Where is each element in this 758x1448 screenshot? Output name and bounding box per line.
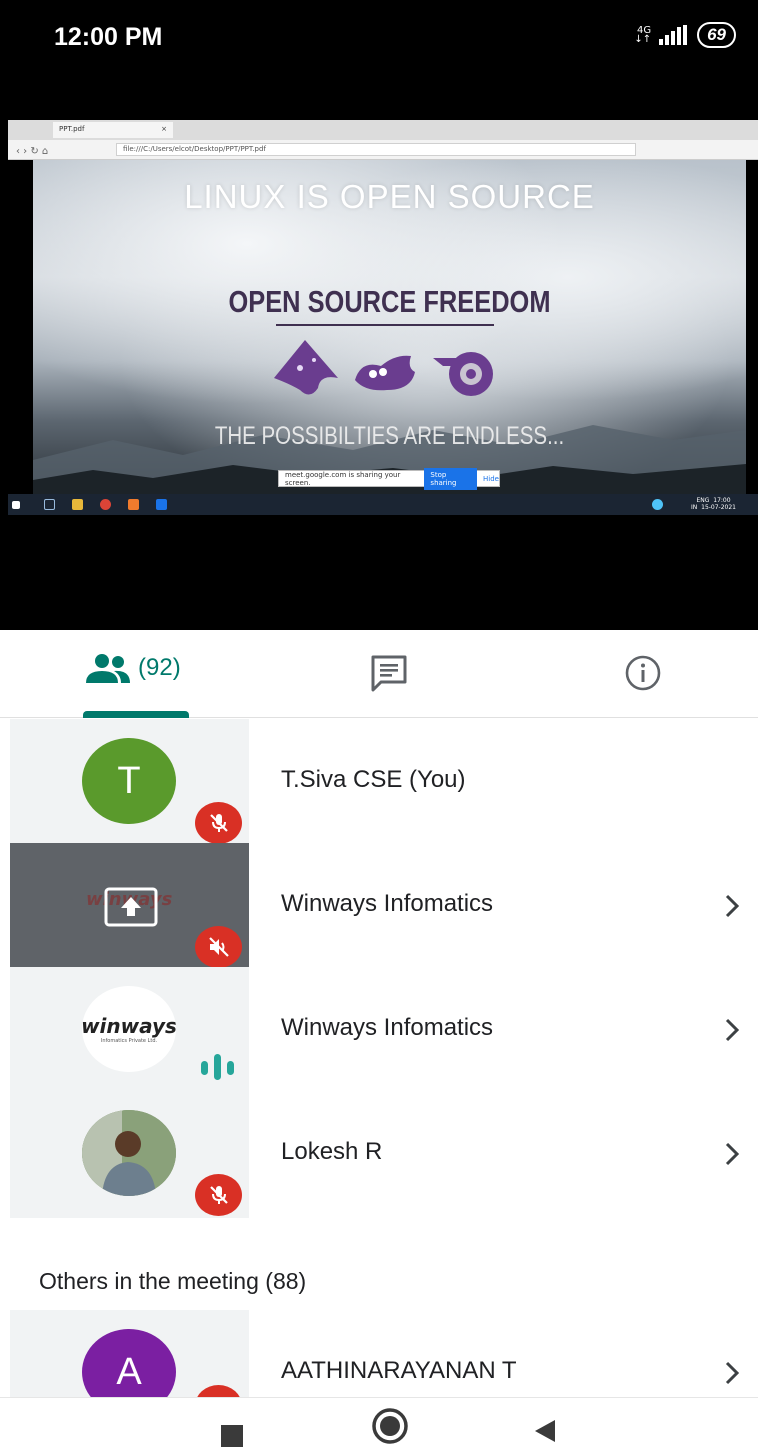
signal-icon <box>659 25 688 45</box>
slide-heading: OPEN SOURCE FREEDOM <box>228 284 551 319</box>
slide-underline <box>276 324 494 326</box>
stop-sharing-button[interactable]: Stop sharing <box>424 467 478 490</box>
windows-start-icon <box>12 501 20 509</box>
chevron-right-icon[interactable] <box>722 1017 742 1043</box>
participant-avatar-cell: winways Infomatics Private Ltd. <box>10 967 249 1091</box>
people-count: (92) <box>138 654 181 681</box>
chevron-right-icon[interactable] <box>722 893 742 919</box>
volume-off-icon <box>195 926 242 968</box>
mic-off-icon <box>195 1385 242 1397</box>
participant-avatar-cell: winways <box>10 843 249 968</box>
mic-off-icon <box>195 1174 242 1216</box>
mic-off-icon <box>195 802 242 844</box>
shared-screen-view[interactable]: PPT.pdf × ‹ › ↻ ⌂ file:///C:/Users/elcot… <box>0 120 758 630</box>
participant-name: AATHINARAYANAN T <box>281 1357 517 1384</box>
avatar: T <box>82 738 176 824</box>
tab-chat[interactable] <box>369 654 409 697</box>
participant-name: T.Siva CSE (You) <box>281 766 466 793</box>
participant-row[interactable]: Lokesh R <box>0 1091 758 1218</box>
meeting-details-tabs: (92) <box>0 630 758 718</box>
chrome-icon <box>100 499 111 510</box>
browser-toolbar: ‹ › ↻ ⌂ file:///C:/Users/elcot/Desktop/P… <box>8 140 758 160</box>
participant-name: Winways Infomatics <box>281 890 494 917</box>
present-screen-icon <box>104 887 158 927</box>
avatar-logo-subtitle: Infomatics Private Ltd. <box>100 1038 158 1044</box>
browser-nav-icons: ‹ › ↻ ⌂ <box>16 146 48 157</box>
task-view-icon <box>44 499 55 510</box>
paint-icon <box>128 499 139 510</box>
svg-text:‹ › ↻ ⌂: ‹ › ↻ ⌂ <box>16 146 48 157</box>
info-icon <box>625 655 661 691</box>
status-time: 12:00 PM <box>54 23 163 51</box>
avatar-logo-text: winways <box>82 1014 176 1038</box>
avatar: A <box>82 1329 176 1397</box>
status-bar: 12:00 PM 4G ↓↑ 69 <box>0 0 758 120</box>
back-icon[interactable] <box>531 1418 557 1444</box>
participant-row[interactable]: winways Winways Infomatics <box>0 843 758 968</box>
participant-row[interactable]: winways Infomatics Private Ltd. Winways … <box>0 967 758 1091</box>
avatar: winways Infomatics Private Ltd. <box>82 986 176 1072</box>
participant-avatar-cell <box>10 1091 249 1218</box>
edge-icon <box>156 499 167 510</box>
slide-title: LINUX IS OPEN SOURCE <box>184 178 595 215</box>
battery-indicator: 69 <box>697 22 736 48</box>
tray-icon <box>652 499 663 510</box>
network-type: 4G ↓↑ <box>634 25 652 45</box>
screen-share-banner: meet.google.com is sharing your screen. … <box>278 467 500 490</box>
recents-icon[interactable] <box>221 1425 243 1447</box>
participant-avatar-cell: A <box>10 1310 249 1397</box>
participant-row[interactable]: T T.Siva CSE (You) <box>0 719 758 844</box>
chat-icon <box>371 655 407 692</box>
chevron-right-icon[interactable] <box>722 1360 742 1386</box>
presentation-slide: LINUX IS OPEN SOURCE OPEN SOURCE FREEDOM… <box>33 160 746 495</box>
participant-name: Winways Infomatics <box>281 1014 494 1041</box>
windows-taskbar: ENG 17:00 IN 15-07-2021 <box>8 494 758 515</box>
home-icon[interactable] <box>370 1406 410 1446</box>
participant-avatar-cell: T <box>10 719 249 844</box>
browser-url-bar: file:///C:/Users/elcot/Desktop/PPT/PPT.p… <box>116 143 636 156</box>
slide-tagline: THE POSSIBILTIES ARE ENDLESS... <box>214 422 565 450</box>
blender-icon <box>433 352 493 396</box>
people-icon <box>86 654 130 683</box>
hide-banner-button[interactable]: Hide <box>483 475 499 483</box>
browser-tab-strip: PPT.pdf × <box>8 120 758 140</box>
others-section-heading: Others in the meeting (88) <box>39 1268 307 1294</box>
browser-tab: PPT.pdf × <box>53 122 173 138</box>
chevron-right-icon[interactable] <box>722 1141 742 1167</box>
android-nav-bar <box>0 1397 758 1448</box>
gimp-icon <box>355 355 415 391</box>
avatar-photo <box>82 1110 176 1196</box>
file-explorer-icon <box>72 499 83 510</box>
speaking-indicator-icon <box>201 1054 234 1080</box>
participant-row[interactable]: A AATHINARAYANAN T <box>0 1310 758 1397</box>
participant-name: Lokesh R <box>281 1138 383 1165</box>
tab-info[interactable] <box>624 654 662 697</box>
taskbar-clock: ENG 17:00 IN 15-07-2021 <box>691 497 736 511</box>
inkscape-icon <box>274 340 338 395</box>
active-tab-indicator <box>83 711 189 718</box>
tab-people[interactable]: (92) <box>84 653 181 683</box>
status-icons: 4G ↓↑ 69 <box>634 22 736 48</box>
share-banner-message: meet.google.com is sharing your screen. <box>285 470 401 487</box>
